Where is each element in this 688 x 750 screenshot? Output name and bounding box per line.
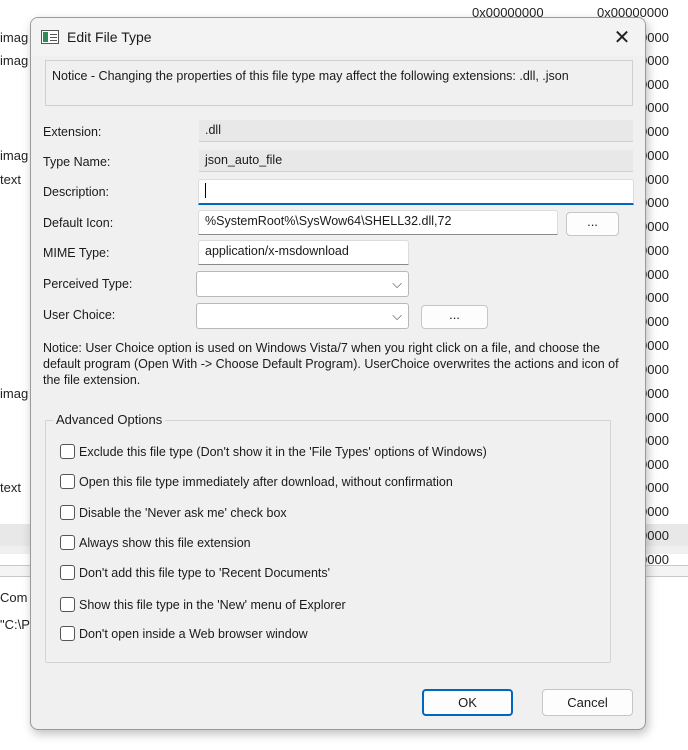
advanced-options-title: Advanced Options <box>53 412 166 427</box>
bg-command-path: "C:\P <box>0 617 30 632</box>
title-bar[interactable]: Edit File Type ✕ <box>31 18 645 56</box>
chevron-down-icon: ⌵ <box>392 276 402 291</box>
user-choice-label: User Choice: <box>43 308 116 322</box>
chevron-down-icon: ⌵ <box>392 308 402 323</box>
ok-button[interactable]: OK <box>422 689 513 716</box>
advanced-option-row[interactable]: Always show this file extension <box>60 535 251 550</box>
option-checkbox[interactable] <box>60 505 75 520</box>
perceived-type-label: Perceived Type: <box>43 277 133 291</box>
user-choice-notice: Notice: User Choice option is used on Wi… <box>43 341 619 387</box>
edit-file-type-dialog: Edit File Type ✕ Notice - Changing the p… <box>30 17 646 730</box>
mime-type-input[interactable]: application/x-msdownload <box>198 240 409 265</box>
advanced-option-row[interactable]: Show this file type in the 'New' menu of… <box>60 597 346 612</box>
option-checkbox[interactable] <box>60 474 75 489</box>
type-name-label: Type Name: <box>43 155 111 169</box>
bg-command-label: Com <box>0 590 28 605</box>
option-label: Exclude this file type (Don't show it in… <box>79 444 487 459</box>
close-button[interactable]: ✕ <box>599 18 645 56</box>
bg-type-image: imag <box>0 386 29 401</box>
advanced-option-row[interactable]: Open this file type immediately after do… <box>60 474 453 489</box>
option-label: Show this file type in the 'New' menu of… <box>79 597 346 612</box>
advanced-option-row[interactable]: Don't open inside a Web browser window <box>60 626 308 641</box>
bg-type-text: text <box>0 480 21 495</box>
mime-type-label: MIME Type: <box>43 246 110 260</box>
advanced-option-row[interactable]: Disable the 'Never ask me' check box <box>60 505 287 520</box>
default-icon-label: Default Icon: <box>43 216 114 230</box>
default-icon-browse-button[interactable]: ... <box>566 212 619 236</box>
option-checkbox[interactable] <box>60 565 75 580</box>
option-label: Always show this file extension <box>79 535 251 550</box>
option-checkbox[interactable] <box>60 444 75 459</box>
perceived-type-select[interactable]: ⌵ <box>196 271 409 297</box>
advanced-option-row[interactable]: Exclude this file type (Don't show it in… <box>60 444 487 459</box>
option-label: Don't open inside a Web browser window <box>79 626 308 641</box>
user-choice-select[interactable]: ⌵ <box>196 303 409 329</box>
option-label: Disable the 'Never ask me' check box <box>79 505 287 520</box>
cancel-button[interactable]: Cancel <box>542 689 633 716</box>
bg-type-image: imag <box>0 30 29 45</box>
type-name-field: json_auto_file <box>199 150 633 172</box>
description-input[interactable] <box>198 179 634 205</box>
option-checkbox[interactable] <box>60 535 75 550</box>
extension-label: Extension: <box>43 125 102 139</box>
option-label: Don't add this file type to 'Recent Docu… <box>79 565 331 580</box>
bg-type-image: imag <box>0 53 29 68</box>
option-label: Open this file type immediately after do… <box>79 474 453 489</box>
description-label: Description: <box>43 185 109 199</box>
text-caret <box>205 183 206 199</box>
bg-type-image: imag <box>0 148 29 163</box>
bg-type-text: text <box>0 172 21 187</box>
user-choice-browse-button[interactable]: ... <box>421 305 488 329</box>
extensions-notice: Notice - Changing the properties of this… <box>45 60 633 106</box>
extension-field: .dll <box>199 120 633 142</box>
default-icon-input[interactable]: %SystemRoot%\SysWow64\SHELL32.dll,72 <box>198 210 558 235</box>
option-checkbox[interactable] <box>60 597 75 612</box>
dialog-title: Edit File Type <box>67 29 152 45</box>
option-checkbox[interactable] <box>60 626 75 641</box>
advanced-option-row[interactable]: Don't add this file type to 'Recent Docu… <box>60 565 330 580</box>
app-window-icon <box>41 30 59 44</box>
